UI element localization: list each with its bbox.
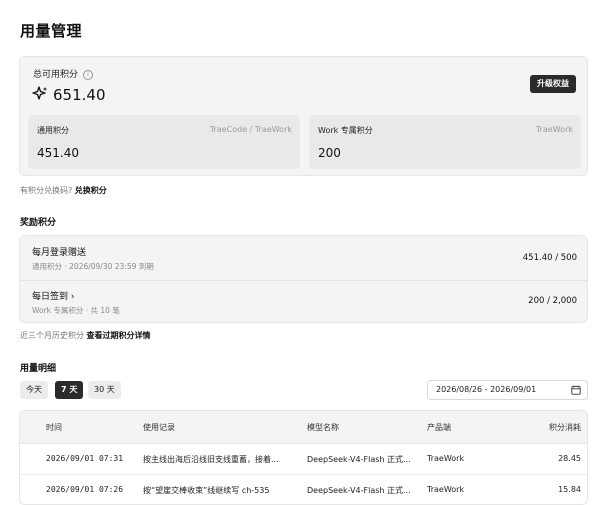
table-header: 时间 使用记录 模型名称 产品端 积分消耗 xyxy=(20,411,587,444)
cell-time: 2026/09/01 07:31 xyxy=(46,454,124,463)
column-header-model: 模型名称 xyxy=(307,423,339,432)
work-points-label: Work 专属积分 xyxy=(318,126,373,135)
daily-checkin-link[interactable]: 每日签到 › xyxy=(32,289,75,302)
cell-record: 按主线出海后沿线旧支线重蓄，接着... xyxy=(143,455,279,464)
redeem-row: 有积分兑换码? 兑换积分 xyxy=(20,185,107,196)
reward-item-subtitle: 通用积分 · 2026/09/30 23:59 到期 xyxy=(32,262,154,271)
sparkle-icon xyxy=(32,86,47,100)
range-7-days-button[interactable]: 7 天 xyxy=(55,381,84,399)
cell-cost: 15.84 xyxy=(558,485,581,494)
page-title: 用量管理 xyxy=(20,22,83,40)
calendar-icon xyxy=(571,385,581,395)
column-header-product: 产品端 xyxy=(427,423,451,432)
cell-time: 2026/09/01 07:26 xyxy=(46,485,124,494)
info-icon[interactable]: i xyxy=(83,69,94,80)
work-points-panel: Work 专属积分 TraeWork 200 xyxy=(309,115,581,169)
cell-model: DeepSeek-V4-Flash 正式... xyxy=(307,455,411,464)
redeem-question: 有积分兑换码? xyxy=(20,186,73,195)
table-row[interactable]: 2026/09/01 07:26 按“望崖交棒收束”线继续写 ch-535 De… xyxy=(20,475,587,504)
date-range-picker[interactable]: 2026/08/26 - 2026/09/01 xyxy=(427,380,588,400)
cell-product: TraeWork xyxy=(427,454,465,463)
column-header-record: 使用记录 xyxy=(143,423,175,432)
range-today-button[interactable]: 今天 xyxy=(20,381,48,399)
cell-cost: 28.45 xyxy=(558,454,581,463)
work-points-tag: TraeWork xyxy=(535,125,573,134)
cell-record: 按“望崖交棒收束”线继续写 ch-535 xyxy=(143,486,270,495)
rewards-section-title: 奖励积分 xyxy=(20,218,57,228)
range-30-days-button[interactable]: 30 天 xyxy=(88,381,121,399)
table-row[interactable]: 2026/09/01 07:31 按主线出海后沿线旧支线重蓄，接着... Dee… xyxy=(20,444,587,475)
general-points-label: 通用积分 xyxy=(37,126,69,135)
total-points-label: 总可用积分 xyxy=(33,70,79,80)
general-points-panel: 通用积分 TraeCode / TraeWork 451.40 xyxy=(28,115,300,169)
expired-points-link[interactable]: 查看过期积分详情 xyxy=(87,331,151,340)
usage-section-title: 用量明细 xyxy=(20,364,57,374)
reward-item-subtitle: Work 专属积分 · 共 10 笔 xyxy=(32,306,120,315)
date-range-text: 2026/08/26 - 2026/09/01 xyxy=(436,385,537,394)
reward-item-title: 每月登录赠送 xyxy=(32,248,87,258)
upgrade-button[interactable]: 升级权益 xyxy=(530,75,576,93)
total-points-label-row: 总可用积分 i xyxy=(33,67,94,80)
history-row: 近三个月历史积分 查看过期积分详情 xyxy=(20,330,151,341)
general-points-value: 451.40 xyxy=(37,146,79,160)
redeem-points-link[interactable]: 兑换积分 xyxy=(75,186,107,195)
general-points-tag: TraeCode / TraeWork xyxy=(209,125,292,134)
history-text: 近三个月历史积分 xyxy=(20,331,84,340)
total-points-value: 651.40 xyxy=(53,86,106,104)
chevron-right-icon: › xyxy=(70,292,75,302)
column-header-time: 时间 xyxy=(46,423,62,432)
points-summary-card: 总可用积分 i 651.40 升级权益 通用积分 TraeCode / TraeW… xyxy=(19,56,588,176)
reward-item-title: 每日签到 xyxy=(32,292,69,302)
reward-divider xyxy=(20,280,587,281)
rewards-card: 每月登录赠送 通用积分 · 2026/09/30 23:59 到期 451.40… xyxy=(19,235,588,323)
cell-model: DeepSeek-V4-Flash 正式... xyxy=(307,486,411,495)
reward-item-value: 200 / 2,000 xyxy=(528,296,577,306)
usage-table: 时间 使用记录 模型名称 产品端 积分消耗 2026/09/01 07:31 按… xyxy=(19,410,588,505)
work-points-value: 200 xyxy=(318,146,341,160)
cell-product: TraeWork xyxy=(427,485,465,494)
column-header-cost: 积分消耗 xyxy=(549,423,581,432)
reward-item-value: 451.40 / 500 xyxy=(522,253,577,263)
